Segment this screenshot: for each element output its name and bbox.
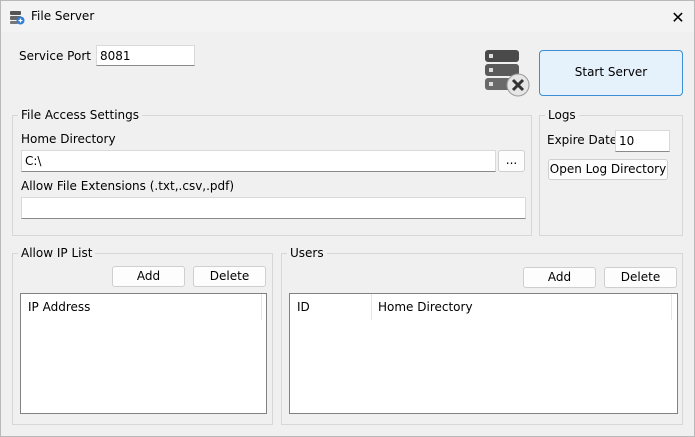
ip-add-button[interactable]: Add <box>112 266 185 287</box>
server-stopped-icon <box>485 50 530 97</box>
allow-ip-title: Allow IP List <box>18 246 96 260</box>
column-separator <box>671 294 672 320</box>
user-id-column-header[interactable]: ID <box>290 294 371 320</box>
extensions-input[interactable] <box>21 197 526 219</box>
main-window: File Server ✕ Service Port : Start Serve… <box>0 0 695 437</box>
user-add-button[interactable]: Add <box>523 267 596 288</box>
home-directory-label: Home Directory <box>21 132 116 146</box>
window-title: File Server <box>31 9 95 23</box>
start-server-button[interactable]: Start Server <box>539 50 683 96</box>
service-port-input[interactable] <box>96 45 195 66</box>
server-app-icon <box>10 11 25 25</box>
user-home-directory-column-header[interactable]: Home Directory <box>371 294 671 320</box>
browse-button[interactable]: ... <box>498 150 525 172</box>
column-separator <box>261 294 262 320</box>
users-list-view[interactable]: ID Home Directory <box>289 293 678 414</box>
ip-address-column-header[interactable]: IP Address <box>21 294 261 320</box>
ip-delete-button[interactable]: Delete <box>193 266 266 287</box>
title-bar: File Server ✕ <box>1 1 694 32</box>
open-log-directory-button[interactable]: Open Log Directory <box>548 159 668 180</box>
ip-list-view[interactable]: IP Address <box>20 293 267 414</box>
close-button[interactable]: ✕ <box>665 5 691 29</box>
close-icon: ✕ <box>671 7 685 27</box>
home-directory-input[interactable] <box>21 150 496 172</box>
user-delete-button[interactable]: Delete <box>604 267 677 288</box>
extensions-label: Allow File Extensions (.txt,.csv,.pdf) <box>21 179 235 193</box>
users-title: Users <box>287 246 327 260</box>
logs-title: Logs <box>545 108 579 122</box>
file-access-title: File Access Settings <box>18 108 143 122</box>
expire-date-input[interactable] <box>615 130 670 152</box>
expire-date-label: Expire Date <box>547 133 618 147</box>
service-port-label: Service Port : <box>19 49 99 63</box>
